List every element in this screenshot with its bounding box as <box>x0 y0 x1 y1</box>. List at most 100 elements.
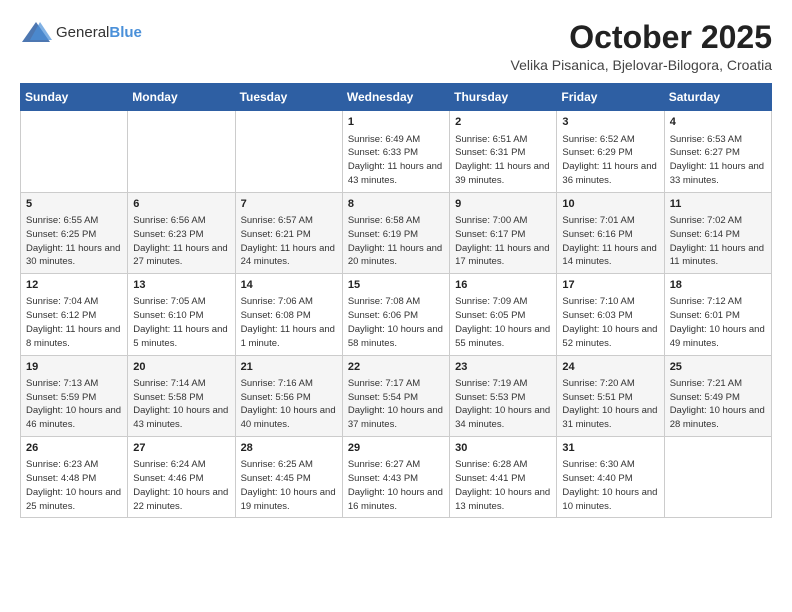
day-info: Sunrise: 6:52 AM Sunset: 6:29 PM Dayligh… <box>562 133 658 188</box>
day-info: Sunrise: 6:53 AM Sunset: 6:27 PM Dayligh… <box>670 133 766 188</box>
day-number: 26 <box>26 441 122 456</box>
calendar-cell: 25 Sunrise: 7:21 AM Sunset: 5:49 PM Dayli… <box>664 355 771 436</box>
day-number: 12 <box>26 278 122 293</box>
day-number: 7 <box>241 197 337 212</box>
header-saturday: Saturday <box>664 84 771 111</box>
calendar-cell <box>235 111 342 192</box>
header-sunday: Sunday <box>21 84 128 111</box>
calendar-table: Sunday Monday Tuesday Wednesday Thursday… <box>20 83 772 518</box>
calendar-cell: 17 Sunrise: 7:10 AM Sunset: 6:03 PM Dayli… <box>557 274 664 355</box>
day-info: Sunrise: 6:51 AM Sunset: 6:31 PM Dayligh… <box>455 133 551 188</box>
day-number: 16 <box>455 278 551 293</box>
day-number: 30 <box>455 441 551 456</box>
day-number: 9 <box>455 197 551 212</box>
calendar-cell: 19 Sunrise: 7:13 AM Sunset: 5:59 PM Dayli… <box>21 355 128 436</box>
day-info: Sunrise: 6:24 AM Sunset: 4:46 PM Dayligh… <box>133 458 229 513</box>
calendar-cell: 1Sunrise: 6:49 AM Sunset: 6:33 PM Daylig… <box>342 111 449 192</box>
calendar-cell: 7 Sunrise: 6:57 AM Sunset: 6:21 PM Daylig… <box>235 192 342 273</box>
calendar-cell: 12 Sunrise: 7:04 AM Sunset: 6:12 PM Dayli… <box>21 274 128 355</box>
day-info: Sunrise: 7:19 AM Sunset: 5:53 PM Dayligh… <box>455 377 551 432</box>
day-info: Sunrise: 7:13 AM Sunset: 5:59 PM Dayligh… <box>26 377 122 432</box>
day-number: 2 <box>455 115 551 130</box>
calendar-cell: 4Sunrise: 6:53 AM Sunset: 6:27 PM Daylig… <box>664 111 771 192</box>
calendar-cell: 24 Sunrise: 7:20 AM Sunset: 5:51 PM Dayli… <box>557 355 664 436</box>
month-title: October 2025 <box>511 20 772 55</box>
day-info: Sunrise: 6:49 AM Sunset: 6:33 PM Dayligh… <box>348 133 444 188</box>
day-number: 8 <box>348 197 444 212</box>
calendar-cell: 22 Sunrise: 7:17 AM Sunset: 5:54 PM Dayli… <box>342 355 449 436</box>
day-info: Sunrise: 6:57 AM Sunset: 6:21 PM Dayligh… <box>241 214 337 269</box>
day-info: Sunrise: 6:27 AM Sunset: 4:43 PM Dayligh… <box>348 458 444 513</box>
title-block: October 2025 Velika Pisanica, Bjelovar-B… <box>511 20 772 73</box>
day-info: Sunrise: 6:30 AM Sunset: 4:40 PM Dayligh… <box>562 458 658 513</box>
day-number: 18 <box>670 278 766 293</box>
day-info: Sunrise: 6:56 AM Sunset: 6:23 PM Dayligh… <box>133 214 229 269</box>
calendar-cell: 15 Sunrise: 7:08 AM Sunset: 6:06 PM Dayli… <box>342 274 449 355</box>
day-number: 22 <box>348 360 444 375</box>
day-info: Sunrise: 7:12 AM Sunset: 6:01 PM Dayligh… <box>670 295 766 350</box>
calendar-cell: 11 Sunrise: 7:02 AM Sunset: 6:14 PM Dayli… <box>664 192 771 273</box>
day-number: 19 <box>26 360 122 375</box>
day-info: Sunrise: 6:28 AM Sunset: 4:41 PM Dayligh… <box>455 458 551 513</box>
calendar-cell: 8 Sunrise: 6:58 AM Sunset: 6:19 PM Daylig… <box>342 192 449 273</box>
day-info: Sunrise: 7:17 AM Sunset: 5:54 PM Dayligh… <box>348 377 444 432</box>
day-number: 17 <box>562 278 658 293</box>
day-info: Sunrise: 6:25 AM Sunset: 4:45 PM Dayligh… <box>241 458 337 513</box>
day-info: Sunrise: 7:04 AM Sunset: 6:12 PM Dayligh… <box>26 295 122 350</box>
calendar-cell: 3 Sunrise: 6:52 AM Sunset: 6:29 PM Daylig… <box>557 111 664 192</box>
day-info: Sunrise: 7:01 AM Sunset: 6:16 PM Dayligh… <box>562 214 658 269</box>
day-number: 14 <box>241 278 337 293</box>
calendar-cell: 29Sunrise: 6:27 AM Sunset: 4:43 PM Dayli… <box>342 437 449 518</box>
calendar-cell: 18 Sunrise: 7:12 AM Sunset: 6:01 PM Dayli… <box>664 274 771 355</box>
logo: GeneralBlue <box>20 20 142 46</box>
day-info: Sunrise: 7:09 AM Sunset: 6:05 PM Dayligh… <box>455 295 551 350</box>
day-info: Sunrise: 7:05 AM Sunset: 6:10 PM Dayligh… <box>133 295 229 350</box>
day-info: Sunrise: 7:06 AM Sunset: 6:08 PM Dayligh… <box>241 295 337 350</box>
header-tuesday: Tuesday <box>235 84 342 111</box>
day-number: 25 <box>670 360 766 375</box>
day-info: Sunrise: 7:21 AM Sunset: 5:49 PM Dayligh… <box>670 377 766 432</box>
calendar-cell: 21Sunrise: 7:16 AM Sunset: 5:56 PM Dayli… <box>235 355 342 436</box>
calendar-cell: 14 Sunrise: 7:06 AM Sunset: 6:08 PM Dayli… <box>235 274 342 355</box>
day-info: Sunrise: 6:55 AM Sunset: 6:25 PM Dayligh… <box>26 214 122 269</box>
day-number: 15 <box>348 278 444 293</box>
calendar-cell: 28 Sunrise: 6:25 AM Sunset: 4:45 PM Dayli… <box>235 437 342 518</box>
calendar-cell: 27 Sunrise: 6:24 AM Sunset: 4:46 PM Dayli… <box>128 437 235 518</box>
weekday-header-row: Sunday Monday Tuesday Wednesday Thursday… <box>21 84 772 111</box>
logo-icon <box>20 20 52 46</box>
calendar-week-row: 1Sunrise: 6:49 AM Sunset: 6:33 PM Daylig… <box>21 111 772 192</box>
calendar-cell: 31Sunrise: 6:30 AM Sunset: 4:40 PM Dayli… <box>557 437 664 518</box>
day-info: Sunrise: 7:02 AM Sunset: 6:14 PM Dayligh… <box>670 214 766 269</box>
day-info: Sunrise: 7:10 AM Sunset: 6:03 PM Dayligh… <box>562 295 658 350</box>
calendar-week-row: 19 Sunrise: 7:13 AM Sunset: 5:59 PM Dayli… <box>21 355 772 436</box>
day-info: Sunrise: 7:14 AM Sunset: 5:58 PM Dayligh… <box>133 377 229 432</box>
calendar-cell: 26 Sunrise: 6:23 AM Sunset: 4:48 PM Dayli… <box>21 437 128 518</box>
calendar-cell: 16 Sunrise: 7:09 AM Sunset: 6:05 PM Dayli… <box>450 274 557 355</box>
day-info: Sunrise: 6:23 AM Sunset: 4:48 PM Dayligh… <box>26 458 122 513</box>
day-info: Sunrise: 7:08 AM Sunset: 6:06 PM Dayligh… <box>348 295 444 350</box>
calendar-cell: 2 Sunrise: 6:51 AM Sunset: 6:31 PM Daylig… <box>450 111 557 192</box>
logo-text: GeneralBlue <box>56 24 142 42</box>
calendar-cell <box>128 111 235 192</box>
day-number: 27 <box>133 441 229 456</box>
location: Velika Pisanica, Bjelovar-Bilogora, Croa… <box>511 57 772 73</box>
day-number: 13 <box>133 278 229 293</box>
calendar-week-row: 5 Sunrise: 6:55 AM Sunset: 6:25 PM Daylig… <box>21 192 772 273</box>
day-number: 5 <box>26 197 122 212</box>
calendar-cell <box>664 437 771 518</box>
day-number: 28 <box>241 441 337 456</box>
day-number: 3 <box>562 115 658 130</box>
header-monday: Monday <box>128 84 235 111</box>
day-number: 21 <box>241 360 337 375</box>
calendar-cell: 6Sunrise: 6:56 AM Sunset: 6:23 PM Daylig… <box>128 192 235 273</box>
day-info: Sunrise: 7:20 AM Sunset: 5:51 PM Dayligh… <box>562 377 658 432</box>
calendar-cell: 9 Sunrise: 7:00 AM Sunset: 6:17 PM Daylig… <box>450 192 557 273</box>
calendar-cell <box>21 111 128 192</box>
calendar-cell: 20Sunrise: 7:14 AM Sunset: 5:58 PM Dayli… <box>128 355 235 436</box>
header-friday: Friday <box>557 84 664 111</box>
calendar-cell: 30 Sunrise: 6:28 AM Sunset: 4:41 PM Dayli… <box>450 437 557 518</box>
day-number: 24 <box>562 360 658 375</box>
day-number: 11 <box>670 197 766 212</box>
day-info: Sunrise: 6:58 AM Sunset: 6:19 PM Dayligh… <box>348 214 444 269</box>
day-info: Sunrise: 7:00 AM Sunset: 6:17 PM Dayligh… <box>455 214 551 269</box>
